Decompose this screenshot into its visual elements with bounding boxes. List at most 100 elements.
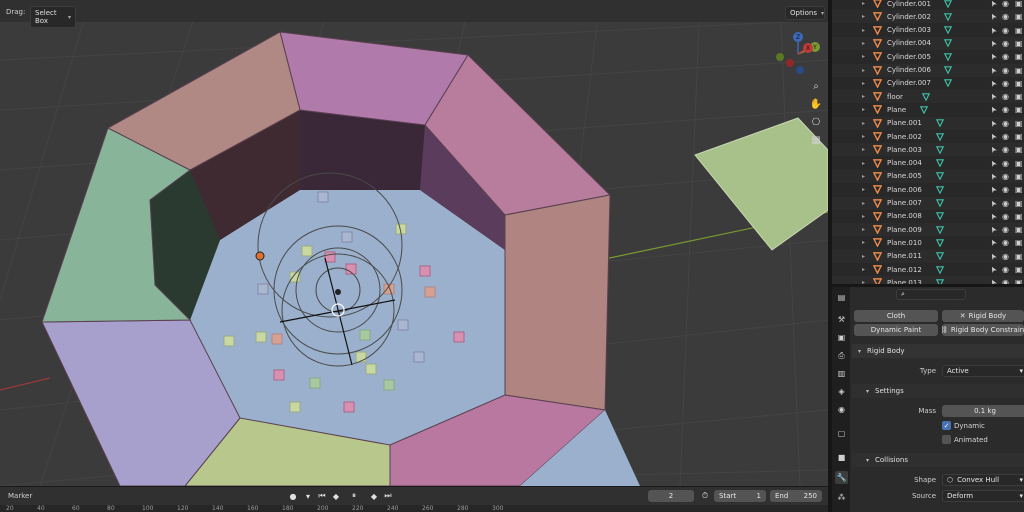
eye-icon[interactable]: ◉ [1002, 252, 1009, 261]
scene-tab-icon[interactable]: ◈ [835, 385, 848, 398]
object-tab-icon[interactable]: ■ [835, 451, 848, 464]
view-layer-tab-icon[interactable]: ▥ [835, 367, 848, 380]
eye-icon[interactable]: ◉ [1002, 185, 1009, 194]
render-tab-icon[interactable]: ▣ [835, 331, 848, 344]
source-dropdown[interactable]: Deform ▾ [942, 490, 1024, 502]
selectable-toggle-icon[interactable]: ➤ [988, 158, 999, 168]
outliner-row[interactable]: ▸ Plane.012 ➤ ◉ ▣ [832, 263, 1024, 276]
expand-arrow-icon[interactable]: ▸ [862, 133, 865, 140]
outliner-row[interactable]: ▸ Cylinder.004 ➤ ◉ ▣ [832, 36, 1024, 50]
modifier-tab-icon[interactable]: 🔧 [835, 471, 848, 484]
outliner[interactable]: ▸ Cylinder.001 ➤ ◉ ▣ ▸ Cylinder.002 ➤ ◉ ▣ ▸ Cylinde… [832, 0, 1024, 284]
render-camera-icon[interactable]: ▣ [1015, 238, 1023, 247]
outliner-item-name[interactable]: Plane.007 [887, 199, 922, 207]
render-camera-icon[interactable]: ▣ [1015, 145, 1023, 154]
selectable-toggle-icon[interactable]: ➤ [988, 145, 999, 155]
next-keyframe-icon[interactable]: ◆ [368, 490, 380, 502]
current-frame-field[interactable]: 2 [648, 490, 694, 502]
marker-menu[interactable]: Marker [8, 492, 32, 500]
zoom-icon[interactable]: ⌕ [808, 78, 824, 94]
expand-arrow-icon[interactable]: ▸ [862, 93, 865, 100]
editor-type-icon[interactable]: ▤ [835, 291, 848, 304]
render-camera-icon[interactable]: ▣ [1015, 26, 1023, 35]
render-camera-icon[interactable]: ▣ [1015, 225, 1023, 234]
outliner-row[interactable]: ▸ Plane.011 ➤ ◉ ▣ [832, 249, 1024, 263]
expand-arrow-icon[interactable]: ▸ [862, 13, 865, 20]
outliner-item-name[interactable]: Plane.002 [887, 133, 922, 141]
outliner-item-name[interactable]: Plane.003 [887, 146, 922, 154]
expand-arrow-icon[interactable]: ▸ [862, 239, 865, 246]
outliner-item-name[interactable]: Cylinder.006 [887, 66, 931, 74]
cloth-button[interactable]: Cloth [854, 310, 938, 322]
render-camera-icon[interactable]: ▣ [1015, 132, 1023, 141]
rim-segment[interactable] [504, 194, 611, 411]
camera-icon[interactable]: ⎔ [808, 114, 824, 130]
outliner-item-name[interactable]: Plane.010 [887, 239, 922, 247]
selectable-toggle-icon[interactable]: ➤ [988, 224, 999, 234]
outliner-item-name[interactable]: Plane [887, 106, 906, 114]
3d-viewport[interactable]: Drag: Select Box ▾ Options ▾ Y Z X ⌕ ✋ ⎔… [0, 0, 828, 486]
eye-icon[interactable]: ◉ [1002, 12, 1009, 21]
shape-dropdown[interactable]: ⬡ Convex Hull ▾ [942, 474, 1024, 486]
selectable-toggle-icon[interactable]: ➤ [988, 251, 999, 261]
selectable-toggle-icon[interactable]: ➤ [988, 0, 999, 9]
jump-start-icon[interactable]: ⏮ [316, 490, 328, 502]
navigation-gizmo[interactable]: Y Z X [770, 30, 828, 78]
stopwatch-icon[interactable]: ⏱ [699, 490, 711, 502]
eye-icon[interactable]: ◉ [1002, 172, 1009, 181]
area-divider[interactable] [828, 0, 832, 512]
outliner-row[interactable]: ▸ Plane.010 ➤ ◉ ▣ [832, 236, 1024, 249]
render-camera-icon[interactable]: ▣ [1015, 105, 1023, 114]
record-options-icon[interactable]: ▾ [302, 490, 314, 502]
outliner-row[interactable]: ▸ Plane.004 ➤ ◉ ▣ [832, 157, 1024, 170]
expand-arrow-icon[interactable]: ▸ [862, 106, 865, 113]
selectable-toggle-icon[interactable]: ➤ [988, 105, 999, 115]
jump-end-icon[interactable]: ⏭ [382, 490, 394, 502]
pause-icon[interactable]: ⏸ [348, 490, 360, 502]
render-camera-icon[interactable]: ▣ [1015, 79, 1023, 88]
close-icon[interactable]: ✕ [960, 312, 966, 320]
expand-arrow-icon[interactable]: ▸ [862, 253, 865, 260]
outliner-row[interactable]: ▸ Cylinder.003 ➤ ◉ ▣ [832, 24, 1024, 37]
rigid-body-panel-header[interactable]: ▾ Rigid Body [852, 344, 1024, 358]
outliner-row[interactable]: ▸ Cylinder.002 ➤ ◉ ▣ [832, 10, 1024, 24]
expand-arrow-icon[interactable]: ▸ [862, 160, 865, 167]
expand-arrow-icon[interactable]: ▸ [862, 146, 865, 153]
render-camera-icon[interactable]: ▣ [1015, 0, 1023, 8]
expand-arrow-icon[interactable]: ▸ [862, 27, 865, 34]
render-camera-icon[interactable]: ▣ [1015, 199, 1023, 208]
pan-hand-icon[interactable]: ✋ [808, 96, 824, 112]
eye-icon[interactable]: ◉ [1002, 212, 1009, 221]
outliner-row[interactable]: ▸ Plane.002 ➤ ◉ ▣ [832, 130, 1024, 143]
outliner-item-name[interactable]: Plane.008 [887, 212, 922, 220]
expand-arrow-icon[interactable]: ▸ [862, 80, 865, 87]
options-dropdown[interactable]: Options ▾ [785, 6, 825, 20]
timeline[interactable]: Marker ● ▾ ⏮ ◆ ⏸ ◆ ⏭ 2 ⏱ Start 1 End 250… [0, 486, 828, 512]
render-camera-icon[interactable]: ▣ [1015, 66, 1023, 75]
selectable-toggle-icon[interactable]: ➤ [988, 65, 999, 75]
eye-icon[interactable]: ◉ [1002, 225, 1009, 234]
outliner-item-name[interactable]: Plane.011 [887, 252, 922, 260]
dynamic-checkbox[interactable]: ✓ [942, 421, 951, 430]
outliner-row[interactable]: ▸ Plane.008 ➤ ◉ ▣ [832, 210, 1024, 223]
animated-checkbox[interactable] [942, 435, 951, 444]
expand-arrow-icon[interactable]: ▸ [862, 40, 865, 47]
expand-arrow-icon[interactable]: ▸ [862, 200, 865, 207]
expand-arrow-icon[interactable]: ▸ [862, 53, 865, 60]
eye-icon[interactable]: ◉ [1002, 145, 1009, 154]
render-camera-icon[interactable]: ▣ [1015, 172, 1023, 181]
tool-tab-icon[interactable]: ⚒ [835, 313, 848, 326]
render-camera-icon[interactable]: ▣ [1015, 185, 1023, 194]
expand-arrow-icon[interactable]: ▸ [862, 0, 865, 7]
expand-arrow-icon[interactable]: ▸ [862, 213, 865, 220]
selectable-toggle-icon[interactable]: ➤ [988, 171, 999, 181]
outliner-row[interactable]: ▸ Plane ➤ ◉ ▣ [832, 103, 1024, 116]
expand-arrow-icon[interactable]: ▸ [862, 173, 865, 180]
outliner-item-name[interactable]: Cylinder.005 [887, 53, 931, 61]
prev-keyframe-icon[interactable]: ◆ [330, 490, 342, 502]
output-tab-icon[interactable]: ⎙ [835, 349, 848, 362]
outliner-item-name[interactable]: Cylinder.001 [887, 0, 931, 8]
record-icon[interactable]: ● [287, 490, 299, 502]
eye-icon[interactable]: ◉ [1002, 52, 1009, 61]
mass-field[interactable]: 0.1 kg [942, 405, 1024, 417]
